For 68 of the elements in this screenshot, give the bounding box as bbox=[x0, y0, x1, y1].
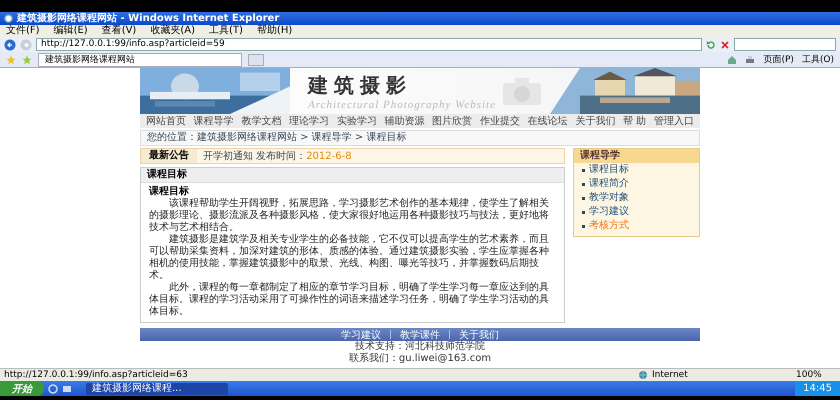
globe-icon bbox=[638, 370, 648, 380]
paragraph: 建筑摄影是建筑学及相关专业学生的必备技能，它不仅可以提高学生的艺术素养，而且可以帮助采集资料，加深对建筑的形体、质感的体验。通过建筑摄影实验，学生应掌握各种相机的使用技能，掌握建筑摄影中的取景、光线、构图、曝光等技巧，并掌握数码后期技术。 bbox=[149, 234, 550, 282]
panel-header: 课程目标 bbox=[147, 169, 187, 180]
menu-item[interactable]: 查看(V) bbox=[102, 25, 136, 37]
bullet-icon bbox=[582, 210, 585, 214]
sidebar-link[interactable]: 课程简介 bbox=[589, 178, 629, 190]
breadcrumb: 您的位置：建筑摄影网络课程网站 > 课程导学 > 课程目标 bbox=[147, 132, 406, 143]
nav-link[interactable]: 图片欣赏 bbox=[432, 114, 472, 128]
home-icon[interactable] bbox=[727, 54, 738, 64]
search-field[interactable] bbox=[734, 38, 836, 51]
footer-link[interactable]: 学习建议 bbox=[340, 328, 381, 342]
bullet-icon bbox=[582, 182, 585, 186]
menu-item[interactable]: 帮助(H) bbox=[256, 25, 292, 37]
notice-label: 最新公告 bbox=[141, 149, 197, 163]
toolbar-menu[interactable]: 工具(O) bbox=[802, 53, 834, 66]
bullet-icon bbox=[582, 196, 585, 200]
nav-link[interactable]: 在线论坛 bbox=[528, 114, 568, 128]
nav-link[interactable]: 辅助资源 bbox=[384, 114, 425, 128]
start-button[interactable]: 开始 bbox=[0, 381, 44, 396]
nav-link[interactable]: 网站首页 bbox=[146, 114, 186, 128]
menu-item[interactable]: 收藏夹(A) bbox=[150, 25, 195, 37]
nav-link[interactable]: 教学文档 bbox=[241, 114, 282, 128]
sidebar-link[interactable]: 课程目标 bbox=[589, 164, 629, 176]
back-button[interactable] bbox=[4, 38, 16, 50]
notice-text[interactable]: 开学初通知 发布时间：2012-6-8 bbox=[197, 149, 352, 163]
refresh-icon[interactable] bbox=[706, 40, 716, 50]
nav-link[interactable]: 理论学习 bbox=[289, 114, 330, 128]
clock: 14:45 bbox=[803, 383, 832, 394]
site-subtitle: Architectural Photography Website bbox=[308, 98, 496, 110]
toolbar-menu[interactable]: 页面(P) bbox=[763, 53, 794, 66]
separator: | bbox=[388, 330, 392, 340]
print-icon[interactable] bbox=[745, 54, 756, 64]
bullet-icon bbox=[582, 224, 585, 228]
camera-icon bbox=[502, 76, 542, 106]
star-icon[interactable] bbox=[6, 54, 16, 64]
address-field[interactable]: http://127.0.0.1:99/info.asp?articleid=59 bbox=[36, 38, 702, 51]
nav-link[interactable]: 关于我们 bbox=[575, 114, 616, 128]
new-tab-button[interactable] bbox=[248, 54, 264, 66]
separator: | bbox=[448, 330, 452, 340]
zoom-level[interactable]: 100% bbox=[796, 370, 836, 380]
nav-link[interactable]: 作业提交 bbox=[480, 114, 520, 128]
taskbar-button[interactable]: 建筑摄影网络课程... bbox=[86, 382, 228, 394]
paragraph: 此外，课程的每一章都制定了相应的章节学习目标，明确了学生学习每一章应达到的具体目标。课程的学习活动采用了可操作性的词语来描述学习任务，明确了学生学习活动的具体目标。 bbox=[149, 282, 550, 318]
sidebar-link[interactable]: 学习建议 bbox=[589, 206, 629, 218]
menu-item[interactable]: 编辑(E) bbox=[54, 25, 88, 37]
footer-text: 技术支持：河北科技师范学院 bbox=[355, 341, 485, 352]
security-zone: Internet bbox=[652, 370, 689, 380]
forward-button[interactable] bbox=[20, 38, 32, 50]
menu-item[interactable]: 文件(F) bbox=[6, 25, 40, 37]
nav-link[interactable]: 管理入口 bbox=[654, 114, 694, 128]
nav-link[interactable]: 实验学习 bbox=[336, 114, 377, 128]
window-title: 建筑摄影网络课程网站 - Windows Internet Explorer bbox=[17, 12, 280, 24]
nav-link[interactable]: 课程导学 bbox=[194, 114, 234, 128]
sidebar-header: 课程导学 bbox=[580, 150, 620, 161]
site-title: 建筑摄影 bbox=[308, 72, 413, 98]
footer-text: 联系我们：gu.liwei@163.com bbox=[348, 353, 492, 364]
content-heading: 课程目标 bbox=[149, 186, 190, 198]
menu-item[interactable]: 工具(T) bbox=[209, 25, 243, 37]
add-favorite-icon[interactable] bbox=[22, 54, 32, 64]
footer-link[interactable]: 教学课件 bbox=[400, 328, 440, 342]
stop-icon[interactable] bbox=[720, 40, 730, 50]
nav-link[interactable]: 帮 助 bbox=[623, 114, 646, 128]
paragraph: 该课程帮助学生开阔视野，拓展思路，学习摄影艺术创作的基本规律，使学生了解相关的摄影理论、摄影流派及各种摄影风格，使大家很好地运用各种摄影技巧与技法，更好地将技术与艺术相结合。 bbox=[149, 198, 550, 234]
browser-tab[interactable]: 建筑摄影网络课程网站 bbox=[38, 52, 242, 66]
bullet-icon bbox=[582, 168, 585, 172]
footer-link[interactable]: 关于我们 bbox=[459, 328, 500, 342]
status-url: http://127.0.0.1:99/info.asp?articleid=63 bbox=[4, 370, 189, 380]
sidebar-link[interactable]: 教学对象 bbox=[589, 192, 629, 204]
